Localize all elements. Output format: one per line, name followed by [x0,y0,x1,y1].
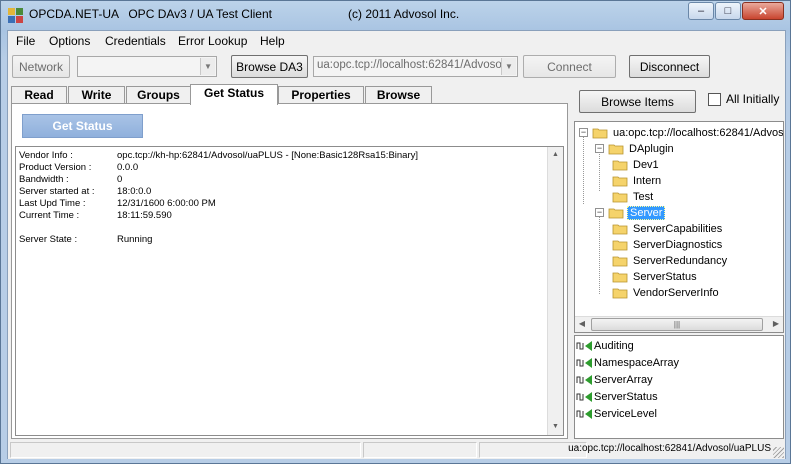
network-button[interactable]: Network [12,55,70,78]
status-server-url: ua:opc.tcp://localhost:62841/Advosol/uaP… [568,443,771,454]
property-icon [576,392,592,402]
server-url-combo[interactable]: ua:opc.tcp://localhost:62841/Advosol ▼ [313,56,518,77]
tree-node-daplugin[interactable]: − DAplugin [595,141,676,156]
folder-icon [612,256,628,266]
status-panel [363,442,477,458]
browse-items-button[interactable]: Browse Items [579,90,696,113]
tab-get-status[interactable]: Get Status [190,84,278,105]
folder-icon [612,192,628,202]
server-url-value: ua:opc.tcp://localhost:62841/Advosol [317,59,505,71]
folder-icon [612,272,628,282]
tree-node-root[interactable]: − ua:opc.tcp://localhost:62841/Advosol/u… [579,125,783,140]
tree-node-server[interactable]: − Server [595,205,666,220]
menu-help[interactable]: Help [260,34,285,48]
tab-groups[interactable]: Groups [126,86,191,104]
tab-read[interactable]: Read [11,86,67,104]
tree-node-vendor-server-info[interactable]: VendorServerInfo [612,285,721,300]
window-title: OPCDA.NET-UA OPC DAv3 / UA Test Client [29,7,272,21]
folder-open-icon [608,208,624,218]
property-icon [576,358,592,368]
tab-properties[interactable]: Properties [278,86,364,104]
close-button[interactable]: ✕ [742,2,784,20]
scroll-left-icon[interactable]: ◀ [575,319,589,328]
tree-node-dev1[interactable]: Dev1 [612,157,661,172]
window-copyright: (c) 2011 Advosol Inc. [348,7,460,21]
menu-error-lookup[interactable]: Error Lookup [178,34,247,48]
right-pane: Browse Items All Initially − ua:opc.tcp:… [572,81,785,439]
resize-grip-icon[interactable] [773,447,784,458]
tree-node-test[interactable]: Test [612,189,655,204]
disconnect-button[interactable]: Disconnect [629,55,710,78]
list-item-namespace-array[interactable]: NamespaceArray [576,355,679,371]
minimize-button[interactable]: – [688,2,714,20]
menu-file[interactable]: File [16,34,35,48]
scroll-up-icon[interactable]: ▲ [548,147,563,163]
list-item-service-level[interactable]: ServiceLevel [576,406,657,422]
property-icon [576,341,592,351]
browse-da3-button[interactable]: Browse DA3 [231,55,308,78]
tree-node-server-redundancy[interactable]: ServerRedundancy [612,253,729,268]
collapse-icon[interactable]: − [595,144,604,153]
list-item-auditing[interactable]: Auditing [576,338,634,354]
left-pane: Read Write Groups Get Status Properties … [8,81,571,439]
status-scrollbar[interactable]: ▲ ▼ [547,147,563,435]
get-status-button[interactable]: Get Status [22,114,143,138]
toolbar: Network ▼ Browse DA3 ua:opc.tcp://localh… [8,53,785,81]
property-icon [576,409,592,419]
menu-credentials[interactable]: Credentials [105,34,166,48]
status-bar: ua:opc.tcp://localhost:62841/Advosol/uaP… [8,440,785,459]
folder-icon [612,240,628,250]
app-icon [8,8,23,23]
tree-node-server-diagnostics[interactable]: ServerDiagnostics [612,237,724,252]
folder-icon [612,160,628,170]
status-output: Vendor Info : opc.tcp://kh-hp:62841/Advo… [15,146,564,436]
get-status-panel: Get Status Vendor Info : opc.tcp://kh-hp… [11,103,568,439]
scroll-thumb[interactable]: ||| [591,318,763,331]
menu-options[interactable]: Options [49,34,90,48]
tab-write[interactable]: Write [68,86,125,104]
title-bar[interactable]: OPCDA.NET-UA OPC DAv3 / UA Test Client (… [1,1,790,29]
network-combo[interactable]: ▼ [77,56,217,77]
address-space-tree[interactable]: − ua:opc.tcp://localhost:62841/Advosol/u… [574,121,784,333]
tree-connector [583,136,584,204]
collapse-icon[interactable]: − [579,128,588,137]
status-panel [10,442,361,458]
list-item-server-array[interactable]: ServerArray [576,372,653,388]
folder-icon [612,288,628,298]
folder-icon [612,224,628,234]
tree-node-server-capabilities[interactable]: ServerCapabilities [612,221,724,236]
chevron-down-icon[interactable]: ▼ [200,58,215,75]
connect-button[interactable]: Connect [523,55,616,78]
folder-open-icon [592,128,608,138]
collapse-icon[interactable]: − [595,208,604,217]
all-initially-checkbox[interactable] [708,93,721,106]
folder-open-icon [608,144,624,154]
maximize-button[interactable]: □ [715,2,741,20]
client-area: File Options Credentials Error Lookup He… [7,30,786,459]
tree-connector [599,214,600,294]
tab-browse[interactable]: Browse [365,86,432,104]
scroll-right-icon[interactable]: ▶ [769,319,783,328]
all-initially-label: All Initially [726,92,780,106]
scroll-down-icon[interactable]: ▼ [548,419,563,435]
app-window: OPCDA.NET-UA OPC DAv3 / UA Test Client (… [0,0,791,464]
tree-node-server-status[interactable]: ServerStatus [612,269,699,284]
tree-horizontal-scrollbar[interactable]: ◀ ||| ▶ [575,316,783,332]
folder-icon [612,176,628,186]
chevron-down-icon[interactable]: ▼ [501,58,516,75]
menu-bar: File Options Credentials Error Lookup He… [8,31,785,51]
property-icon [576,375,592,385]
list-item-server-status[interactable]: ServerStatus [576,389,658,405]
item-properties-list[interactable]: Auditing NamespaceArray ServerArray Serv… [574,335,784,439]
tree-connector [599,151,600,191]
tree-node-intern[interactable]: Intern [612,173,663,188]
